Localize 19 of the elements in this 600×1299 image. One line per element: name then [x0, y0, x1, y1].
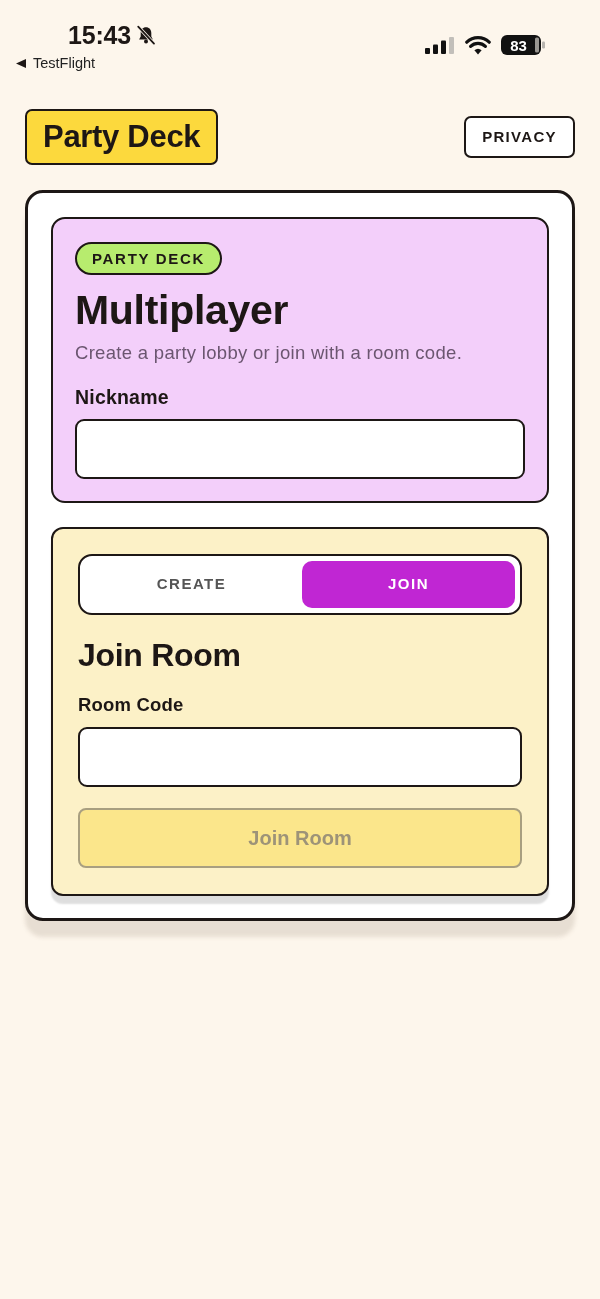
lobby-title: Multiplayer	[75, 290, 290, 331]
privacy-button[interactable]: PRIVACY	[464, 116, 575, 158]
bell-slash-icon	[135, 25, 156, 45]
battery-indicator: 83	[501, 35, 545, 55]
room-code-label: Room Code	[78, 693, 185, 717]
app-badge: PARTY DECK	[75, 242, 223, 275]
wifi-icon	[465, 35, 491, 55]
back-link[interactable]: TestFlight	[16, 54, 96, 72]
lobby-description: Create a party lobby or join with a room code.	[75, 342, 464, 364]
back-triangle-icon	[16, 58, 26, 68]
logo-button[interactable]: Party Deck	[25, 109, 219, 165]
room-title: Join Room	[78, 639, 242, 671]
status-time: 15:43	[68, 20, 131, 50]
mode-tab[interactable]: CREATE	[85, 561, 298, 608]
nickname-label: Nickname	[75, 385, 170, 409]
mode-tab[interactable]: JOIN	[302, 561, 515, 608]
signal-icon	[425, 36, 455, 54]
room-code-field[interactable]	[78, 727, 522, 787]
nickname-field[interactable]	[75, 419, 525, 479]
